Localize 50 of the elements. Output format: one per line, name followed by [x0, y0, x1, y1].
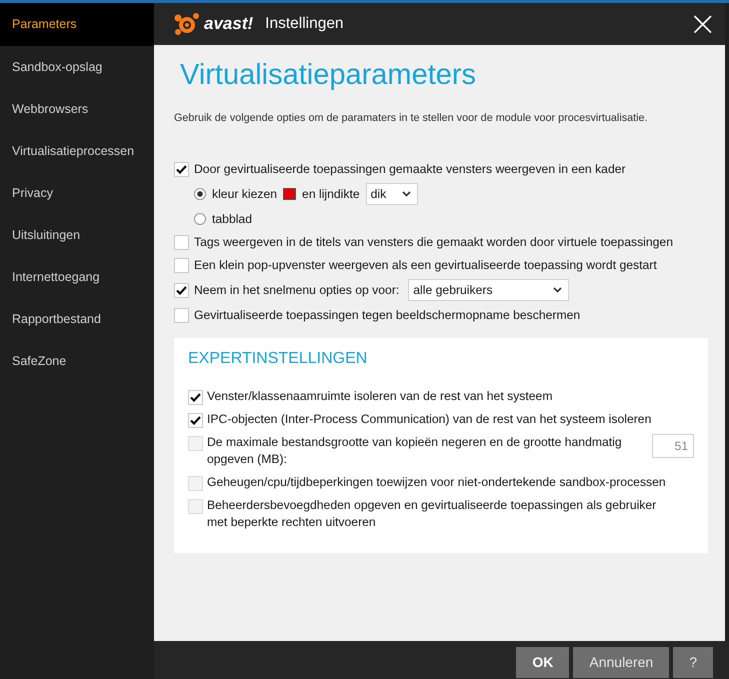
option-label: IPC-objecten (Inter-Process Communication) van de rest van het systeem isoleren [207, 411, 652, 428]
option-label: De maximale bestandsgrootte van kopieën negeren en de grootte handmatig opgeven (MB): [207, 434, 623, 468]
checkbox[interactable] [174, 234, 189, 250]
caret-icon [402, 191, 411, 197]
logo-icon [174, 12, 200, 36]
checkbox[interactable] [188, 413, 203, 428]
users-dropdown[interactable]: alle gebruikers [408, 279, 570, 301]
page-title: Virtualisatieparameters [180, 59, 478, 92]
checkbox[interactable] [188, 390, 203, 405]
sidebar-item[interactable]: Virtualisatieprocessen [0, 130, 154, 172]
section-title: EXPERTINSTELLINGEN [188, 350, 368, 368]
checkbox[interactable] [174, 162, 189, 176]
option-label: Een klein pop-upvenster weergeven als een gevirtualiseerde toepassing wordt gestart [194, 258, 657, 272]
sidebar-item[interactable]: Internettoegang [0, 256, 154, 298]
option-label: tabblad [212, 212, 252, 226]
checkbox[interactable] [174, 282, 189, 298]
radio-button[interactable] [194, 213, 206, 225]
option-label: Gevirtualiseerde toepassingen tegen beeldschermopname beschermen [194, 308, 580, 322]
color-swatch[interactable] [283, 188, 296, 200]
window-title: Instellingen [265, 15, 345, 33]
close-button[interactable]: × [682, 9, 723, 39]
sidebar-item[interactable]: Privacy [0, 172, 154, 214]
sidebar-item[interactable]: Uitsluitingen [0, 214, 154, 256]
sidebar-item[interactable]: Rapportbestand [0, 298, 154, 340]
option-label: Beheerdersbevoegdheden opgeven en gevirtualiseerde toepassingen als gebruiker met beperkte rechten uitvoeren [207, 497, 658, 531]
option-label: Venster/klassenaamruimte isoleren van de rest van het systeem [207, 388, 554, 405]
checkbox[interactable] [174, 308, 189, 322]
option-label: Door gevirtualiseerde toepassingen gemaakte vensters weergeven in een kader [194, 162, 626, 176]
thickness-dropdown[interactable]: dik [366, 183, 418, 205]
option-label: Geheugen/cpu/tijdbeperkingen toewijzen voor niet-ondertekende sandbox-processen [207, 474, 667, 491]
option-label: kleur kiezen [212, 187, 278, 201]
sidebar-item[interactable]: Sandbox-opslag [0, 46, 154, 88]
checkbox[interactable] [188, 499, 203, 514]
sidebar-item[interactable]: Parameters [0, 3, 154, 46]
checkbox[interactable] [188, 476, 203, 491]
sidebar-item[interactable]: SafeZone [0, 340, 154, 382]
logo-text: avast! [204, 14, 254, 34]
checkbox[interactable] [174, 258, 189, 272]
checkbox[interactable] [188, 436, 203, 451]
dialog-button[interactable]: OK [516, 646, 570, 678]
radio-button[interactable] [194, 188, 206, 200]
description-text: Gebruik de volgende opties om de paramaters in te stellen voor de module voor procesvirtualisatie. [174, 112, 649, 124]
dialog-button[interactable]: ? [673, 646, 713, 678]
dialog-button[interactable]: Annuleren [573, 646, 670, 678]
option-label: Neem in het snelmenu opties op voor: [194, 283, 400, 297]
sidebar-item[interactable]: Webbrowsers [0, 88, 154, 130]
caret-icon [553, 287, 562, 293]
option-label: en lijndikte [302, 187, 360, 201]
size-input[interactable]: 51 [652, 434, 694, 458]
option-label: Tags weergeven in de titels van vensters die gemaakt worden door virtuele toepassingen [194, 235, 673, 249]
